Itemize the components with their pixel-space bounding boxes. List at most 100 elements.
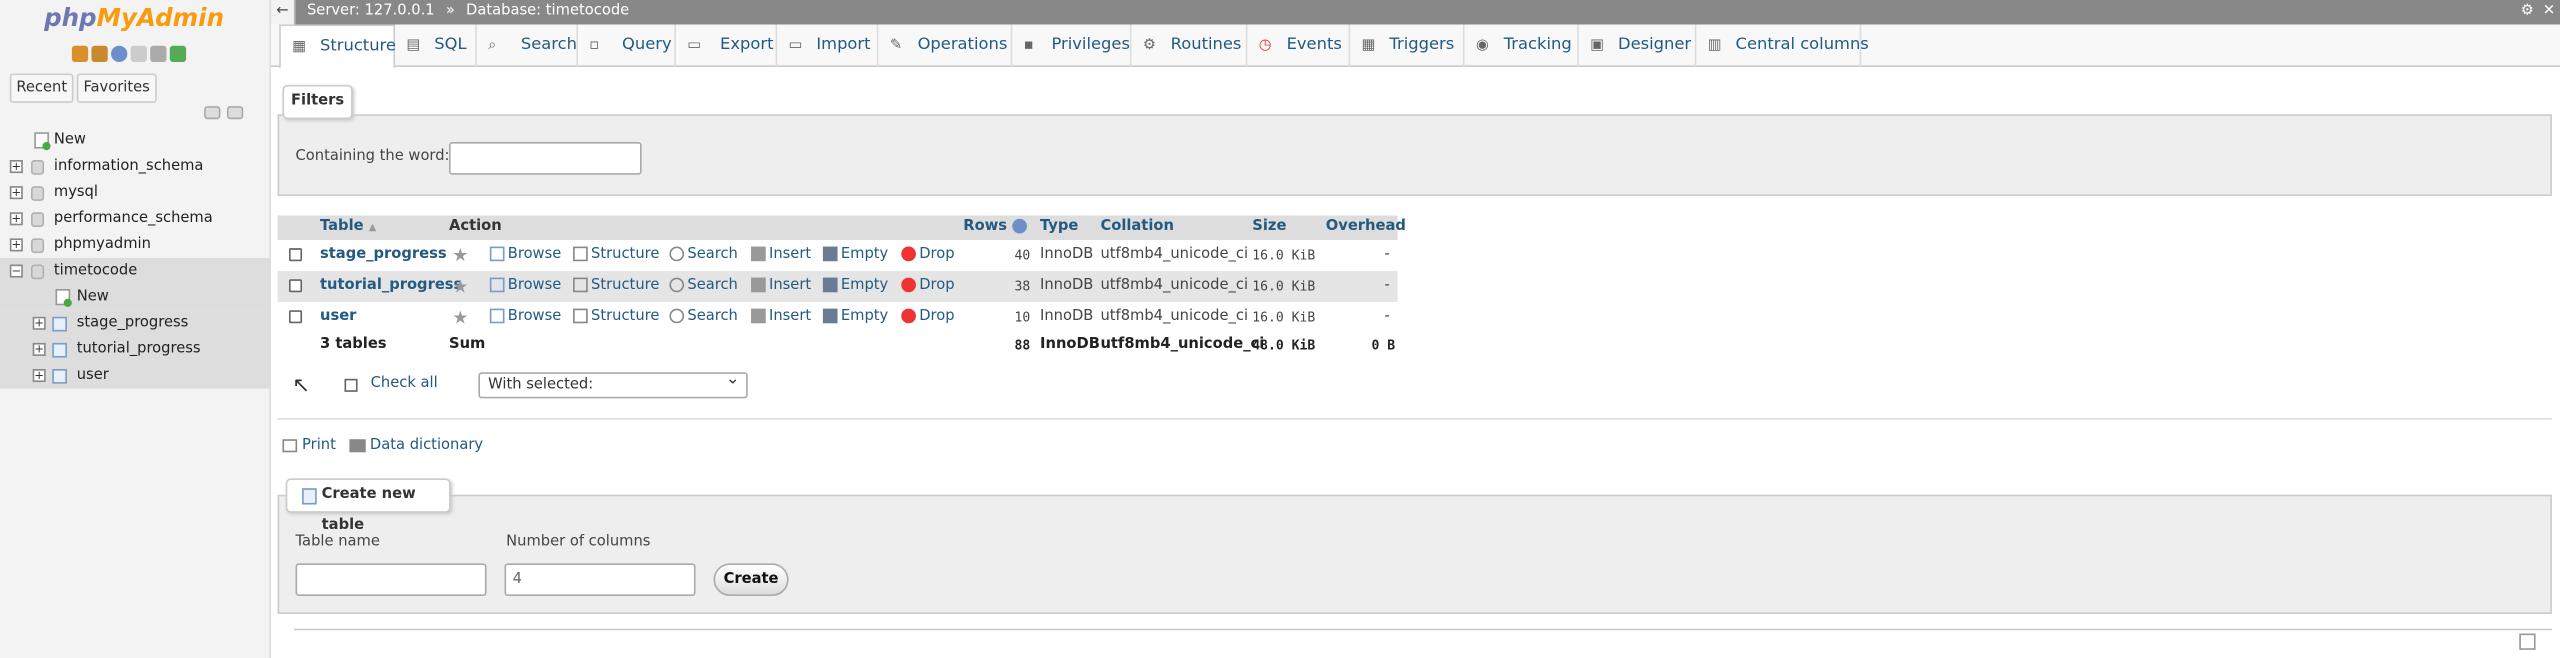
link-with-main-icon[interactable] <box>226 106 244 120</box>
tab-import[interactable]: ▭ Import <box>777 24 879 67</box>
browse-action[interactable]: Browse <box>489 240 561 271</box>
table-name-link[interactable]: stage_progress <box>320 240 447 271</box>
expand-icon[interactable]: + <box>9 160 23 174</box>
favorites-tab[interactable]: Favorites <box>76 73 157 103</box>
structure-action[interactable]: Structure <box>573 271 659 302</box>
help-icon[interactable] <box>111 45 128 63</box>
table-name-input[interactable] <box>295 563 487 596</box>
settings-icon[interactable] <box>150 45 167 63</box>
tab-routines[interactable]: ⚙ Routines <box>1131 24 1248 67</box>
logout-icon[interactable] <box>91 45 108 63</box>
empty-icon <box>822 246 838 262</box>
quick-icons <box>71 45 187 63</box>
tab-operations[interactable]: ✎ Operations <box>878 24 1013 67</box>
search-action[interactable]: Search <box>669 302 738 333</box>
collapse-top-icon[interactable]: ✕ <box>2543 0 2555 24</box>
table-name-link[interactable]: tutorial_progress <box>320 271 462 302</box>
tab-designer[interactable]: ▣ Designer <box>1579 24 1697 67</box>
expand-icon[interactable]: + <box>32 342 46 356</box>
tab-sql[interactable]: ▤ SQL <box>395 24 477 67</box>
insert-action[interactable]: Insert <box>751 240 811 271</box>
home-icon[interactable] <box>71 45 89 63</box>
breadcrumb-database[interactable]: Database: timetocode <box>466 3 629 19</box>
filters-legend: Filters <box>282 84 353 120</box>
col-size[interactable]: Size <box>1252 216 1286 240</box>
check-all-checkbox[interactable] <box>344 378 358 392</box>
expand-icon[interactable]: + <box>9 238 23 252</box>
col-table[interactable]: Table ▲ <box>320 216 376 240</box>
main-menu: ▦ Structure ▤ SQL ⌕ Search ▫ Query ▭ Export ▭… <box>271 24 2560 69</box>
drop-action[interactable]: Drop <box>901 271 955 302</box>
tree-table-stage-progress[interactable]: + stage_progress <box>0 310 272 337</box>
expand-icon[interactable]: + <box>32 369 46 383</box>
gear-icon[interactable]: ⚙ <box>2521 0 2534 24</box>
data-dictionary-link[interactable]: Data dictionary <box>348 438 483 454</box>
structure-action[interactable]: Structure <box>573 240 659 271</box>
breadcrumb-server[interactable]: Server: 127.0.0.1 <box>307 3 435 19</box>
col-rows[interactable]: Rows <box>963 216 1027 240</box>
tree-new-database[interactable]: New <box>0 127 271 153</box>
empty-action[interactable]: Empty <box>822 302 888 333</box>
sql-icon: ▤ <box>406 37 421 54</box>
row-checkbox[interactable] <box>288 279 303 293</box>
reload-icon[interactable] <box>169 45 187 63</box>
tree-db-information-schema[interactable]: + information_schema <box>0 153 271 179</box>
tree-table-user[interactable]: + user <box>0 362 272 389</box>
favorite-star-icon[interactable]: ★ <box>452 302 468 333</box>
drop-action[interactable]: Drop <box>901 240 955 271</box>
collapse-all-icon[interactable] <box>204 106 221 120</box>
tree-table-tutorial-progress[interactable]: + tutorial_progress <box>0 336 272 363</box>
tab-privileges[interactable]: ▪ Privileges <box>1012 24 1132 67</box>
empty-action[interactable]: Empty <box>822 240 888 271</box>
filter-input[interactable] <box>448 142 642 175</box>
expand-icon[interactable]: + <box>9 186 23 200</box>
tab-query[interactable]: ▫ Query <box>578 24 676 67</box>
empty-action[interactable]: Empty <box>822 271 888 302</box>
tab-export[interactable]: ▭ Export <box>676 24 778 67</box>
recent-tab[interactable]: Recent <box>9 73 74 103</box>
size-value[interactable]: 16.0 KiB <box>1252 271 1315 302</box>
tree-db-phpmyadmin[interactable]: + phpmyadmin <box>0 232 271 258</box>
create-button[interactable]: Create <box>713 563 789 596</box>
tree-new-table[interactable]: New <box>0 284 272 311</box>
expand-icon[interactable]: + <box>32 316 46 330</box>
check-all-label[interactable]: Check all <box>371 376 438 392</box>
console-icon[interactable] <box>2519 633 2536 650</box>
tree-db-timetocode[interactable]: − timetocode <box>0 257 272 285</box>
size-value[interactable]: 16.0 KiB <box>1252 302 1315 333</box>
tab-central-columns[interactable]: ▥ Central columns <box>1696 24 1869 67</box>
tab-events[interactable]: ◷ Events <box>1247 24 1351 67</box>
browse-action[interactable]: Browse <box>489 271 561 302</box>
print-link[interactable]: Print <box>282 438 336 454</box>
col-type[interactable]: Type <box>1040 216 1078 240</box>
tree-db-performance-schema[interactable]: + performance_schema <box>0 206 271 232</box>
size-value[interactable]: 16.0 KiB <box>1252 240 1315 271</box>
browse-icon <box>489 277 505 293</box>
insert-action[interactable]: Insert <box>751 271 811 302</box>
back-arrow-icon[interactable]: ← <box>271 0 296 25</box>
docs-icon[interactable] <box>130 45 147 63</box>
tab-tracking[interactable]: ◉ Tracking <box>1465 24 1579 67</box>
search-action[interactable]: Search <box>669 240 738 271</box>
drop-action[interactable]: Drop <box>901 302 955 333</box>
col-collation[interactable]: Collation <box>1100 216 1173 240</box>
tab-triggers[interactable]: ▦ Triggers <box>1350 24 1465 67</box>
tab-search[interactable]: ⌕ Search <box>477 24 578 67</box>
tree-db-mysql[interactable]: + mysql <box>0 180 271 206</box>
tab-structure[interactable]: ▦ Structure <box>279 24 396 69</box>
insert-action[interactable]: Insert <box>751 302 811 333</box>
with-selected-select[interactable]: With selected: <box>478 369 748 399</box>
search-action[interactable]: Search <box>669 271 738 302</box>
phpmyadmin-logo[interactable]: phpMyAdmin <box>44 3 224 32</box>
browse-action[interactable]: Browse <box>489 302 561 333</box>
favorite-star-icon[interactable]: ★ <box>452 271 468 302</box>
expand-icon[interactable]: + <box>9 212 23 226</box>
row-checkbox[interactable] <box>288 248 303 262</box>
collapse-icon[interactable]: − <box>9 264 23 278</box>
favorite-star-icon[interactable]: ★ <box>452 240 468 271</box>
table-name-link[interactable]: user <box>320 302 356 333</box>
structure-action[interactable]: Structure <box>573 302 659 333</box>
num-columns-input[interactable]: 4 <box>504 563 696 596</box>
col-overhead[interactable]: Overhead <box>1326 216 1406 240</box>
row-checkbox[interactable] <box>288 310 303 324</box>
